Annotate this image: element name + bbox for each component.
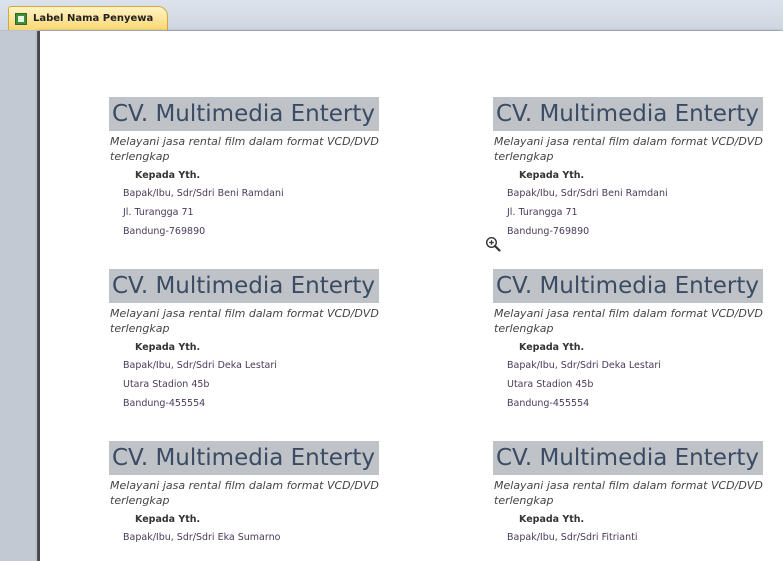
- company-name: CV. Multimedia Enterty: [109, 441, 379, 475]
- recipient-city: Bandung-769890: [123, 226, 206, 237]
- recipient-city: Bandung-455554: [123, 398, 206, 409]
- recipient-address: Utara Stadion 45b: [507, 379, 594, 390]
- report-page[interactable]: CV. Multimedia Enterty Melayani jasa ren…: [40, 31, 783, 561]
- company-tagline: Melayani jasa rental film dalam format V…: [110, 135, 379, 163]
- recipient-city: Bandung-769890: [507, 226, 590, 237]
- recipient-address: Utara Stadion 45b: [123, 379, 210, 390]
- company-tagline: Melayani jasa rental film dalam format V…: [494, 135, 763, 163]
- recipient-address: Jl. Turangga 71: [507, 207, 578, 218]
- company-name: CV. Multimedia Enterty: [493, 97, 763, 131]
- greeting: Kepada Yth.: [519, 170, 585, 181]
- recipient-name: Bapak/Ibu, Sdr/Sdri Beni Ramdani: [507, 188, 668, 199]
- greeting: Kepada Yth.: [135, 170, 201, 181]
- recipient-name: Bapak/Ibu, Sdr/Sdri Deka Lestari: [507, 360, 661, 371]
- recipient-name: Bapak/Ibu, Sdr/Sdri Eka Sumarno: [123, 532, 281, 543]
- document-tab-bar: Label Nama Penyewa: [0, 0, 783, 31]
- recipient-city: Bandung-455554: [507, 398, 590, 409]
- company-name: CV. Multimedia Enterty: [493, 441, 763, 475]
- recipient-name: Bapak/Ibu, Sdr/Sdri Deka Lestari: [123, 360, 277, 371]
- company-tagline: Melayani jasa rental film dalam format V…: [110, 307, 379, 335]
- recipient-name: Bapak/Ibu, Sdr/Sdri Beni Ramdani: [123, 188, 284, 199]
- company-name: CV. Multimedia Enterty: [493, 269, 763, 303]
- greeting: Kepada Yth.: [519, 342, 585, 353]
- greeting: Kepada Yth.: [135, 514, 201, 525]
- mailing-label: CV. Multimedia Enterty Melayani jasa ren…: [493, 269, 783, 413]
- greeting: Kepada Yth.: [135, 342, 201, 353]
- mailing-label: CV. Multimedia Enterty Melayani jasa ren…: [109, 97, 429, 241]
- report-icon: [15, 12, 27, 25]
- mailing-label: CV. Multimedia Enterty Melayani jasa ren…: [109, 269, 429, 413]
- company-name: CV. Multimedia Enterty: [109, 269, 379, 303]
- tab-title: Label Nama Penyewa: [33, 13, 154, 24]
- tab-label-nama-penyewa[interactable]: Label Nama Penyewa: [8, 6, 168, 30]
- mailing-label: CV. Multimedia Enterty Melayani jasa ren…: [109, 441, 429, 547]
- recipient-address: Jl. Turangga 71: [123, 207, 194, 218]
- mailing-label: CV. Multimedia Enterty Melayani jasa ren…: [493, 97, 783, 241]
- recipient-name: Bapak/Ibu, Sdr/Sdri Fitrianti: [507, 532, 638, 543]
- mailing-label: CV. Multimedia Enterty Melayani jasa ren…: [493, 441, 783, 547]
- company-name: CV. Multimedia Enterty: [109, 97, 379, 131]
- greeting: Kepada Yth.: [519, 514, 585, 525]
- company-tagline: Melayani jasa rental film dalam format V…: [494, 479, 763, 507]
- company-tagline: Melayani jasa rental film dalam format V…: [110, 479, 379, 507]
- zoom-in-icon: [485, 236, 501, 252]
- company-tagline: Melayani jasa rental film dalam format V…: [494, 307, 763, 335]
